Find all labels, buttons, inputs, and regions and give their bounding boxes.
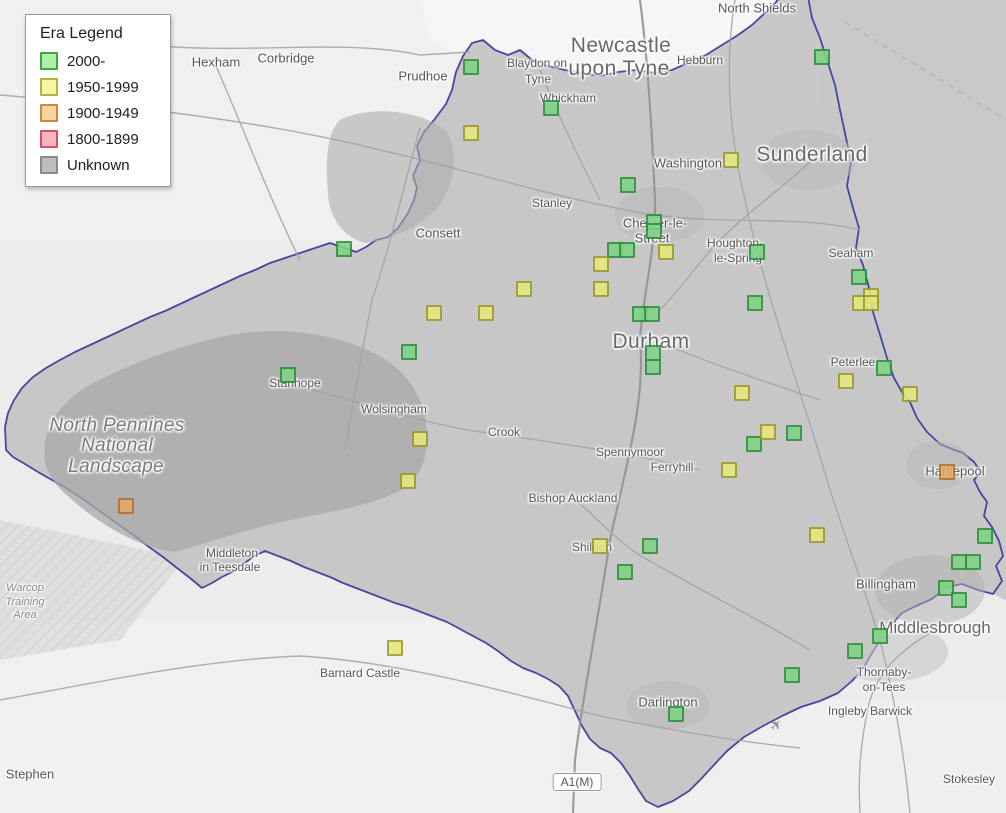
map-marker-1950[interactable] <box>838 373 854 389</box>
legend-item-label: 2000- <box>67 53 105 70</box>
map-marker-2000[interactable] <box>851 269 867 285</box>
map-marker-2000[interactable] <box>336 241 352 257</box>
map-marker-1950[interactable] <box>593 256 609 272</box>
road-shield-a1m: A1(M) <box>553 773 602 791</box>
map-marker-1900[interactable] <box>939 464 955 480</box>
map-marker-1950[interactable] <box>760 424 776 440</box>
map-marker-2000[interactable] <box>645 359 661 375</box>
legend-item-label: Unknown <box>67 157 130 174</box>
map-marker-1950[interactable] <box>387 640 403 656</box>
map-marker-1950[interactable] <box>400 473 416 489</box>
map-marker-2000[interactable] <box>951 592 967 608</box>
map-marker-1950[interactable] <box>734 385 750 401</box>
map-marker-2000[interactable] <box>463 59 479 75</box>
map-marker-1900[interactable] <box>118 498 134 514</box>
map-marker-1950[interactable] <box>478 305 494 321</box>
map-marker-1950[interactable] <box>723 152 739 168</box>
era-legend: Era Legend 2000- 1950-1999 1900-1949 180… <box>25 14 171 187</box>
map-marker-2000[interactable] <box>644 306 660 322</box>
map-marker-2000[interactable] <box>814 49 830 65</box>
legend-item-1900: 1900-1949 <box>40 104 158 122</box>
legend-item-label: 1950-1999 <box>67 79 139 96</box>
map-canvas[interactable]: HexhamCorbridgePrudhoeNorth ShieldsNewca… <box>0 0 1006 813</box>
map-marker-2000[interactable] <box>786 425 802 441</box>
swatch-1800-icon <box>40 130 58 148</box>
legend-item-label: 1900-1949 <box>67 105 139 122</box>
urban-patch <box>906 441 970 489</box>
map-marker-2000[interactable] <box>620 177 636 193</box>
urban-patch <box>760 130 856 190</box>
map-marker-2000[interactable] <box>977 528 993 544</box>
map-marker-1950[interactable] <box>412 431 428 447</box>
legend-item-label: 1800-1899 <box>67 131 139 148</box>
map-marker-1950[interactable] <box>721 462 737 478</box>
map-marker-1950[interactable] <box>516 281 532 297</box>
legend-item-unknown: Unknown <box>40 156 158 174</box>
swatch-2000-icon <box>40 52 58 70</box>
map-marker-2000[interactable] <box>619 242 635 258</box>
map-marker-2000[interactable] <box>401 344 417 360</box>
map-marker-2000[interactable] <box>749 244 765 260</box>
map-marker-1950[interactable] <box>658 244 674 260</box>
map-marker-1950[interactable] <box>463 125 479 141</box>
map-marker-2000[interactable] <box>847 643 863 659</box>
map-marker-2000[interactable] <box>872 628 888 644</box>
map-marker-2000[interactable] <box>668 706 684 722</box>
map-marker-2000[interactable] <box>642 538 658 554</box>
map-marker-2000[interactable] <box>784 667 800 683</box>
map-marker-2000[interactable] <box>876 360 892 376</box>
map-marker-1950[interactable] <box>426 305 442 321</box>
map-marker-1950[interactable] <box>809 527 825 543</box>
swatch-1950-icon <box>40 78 58 96</box>
legend-item-2000: 2000- <box>40 52 158 70</box>
map-marker-2000[interactable] <box>646 223 662 239</box>
map-marker-1950[interactable] <box>593 281 609 297</box>
legend-title: Era Legend <box>40 25 158 43</box>
map-marker-2000[interactable] <box>965 554 981 570</box>
map-marker-2000[interactable] <box>747 295 763 311</box>
swatch-1900-icon <box>40 104 58 122</box>
map-marker-1950[interactable] <box>592 538 608 554</box>
map-marker-2000[interactable] <box>280 367 296 383</box>
map-marker-1950[interactable] <box>902 386 918 402</box>
legend-item-1950: 1950-1999 <box>40 78 158 96</box>
map-marker-2000[interactable] <box>543 100 559 116</box>
map-marker-1950[interactable] <box>863 295 879 311</box>
swatch-unknown-icon <box>40 156 58 174</box>
map-marker-2000[interactable] <box>617 564 633 580</box>
legend-item-1800: 1800-1899 <box>40 130 158 148</box>
